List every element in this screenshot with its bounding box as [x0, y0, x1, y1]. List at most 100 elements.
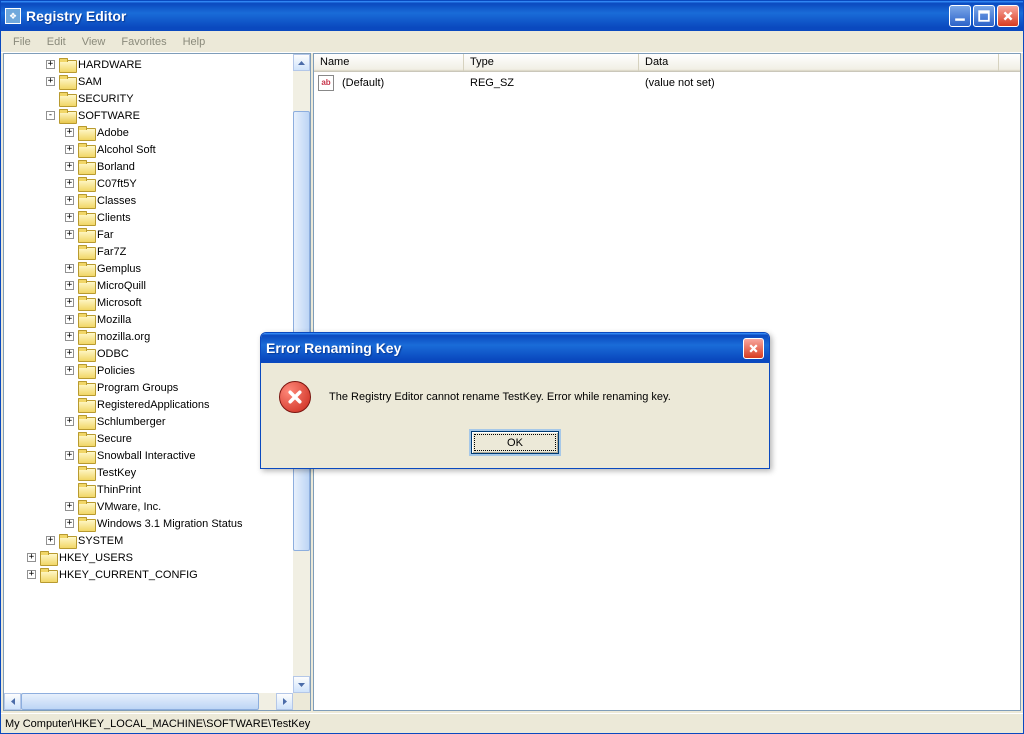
- expand-icon[interactable]: +: [65, 145, 74, 154]
- tree-item-label: VMware, Inc.: [97, 501, 161, 513]
- tree-item[interactable]: + Far: [4, 226, 293, 243]
- tree-item[interactable]: +mozilla.org: [4, 328, 293, 345]
- tree-item-label: Far: [97, 229, 114, 241]
- menu-favorites[interactable]: Favorites: [113, 34, 174, 50]
- tree-item[interactable]: +Adobe: [4, 124, 293, 141]
- scroll-down-button[interactable]: [293, 676, 310, 693]
- tree-item[interactable]: +Policies: [4, 362, 293, 379]
- expand-icon[interactable]: +: [46, 77, 55, 86]
- tree-item[interactable]: ThinPrint: [4, 481, 293, 498]
- ok-button[interactable]: OK: [471, 431, 559, 454]
- menu-help[interactable]: Help: [175, 34, 214, 50]
- expand-icon[interactable]: +: [65, 519, 74, 528]
- tree-item[interactable]: +Classes: [4, 192, 293, 209]
- folder-icon: [78, 211, 94, 224]
- tree-content[interactable]: +HARDWARE+SAMSECURITY-SOFTWARE+Adobe+Alc…: [4, 54, 293, 693]
- expand-icon[interactable]: +: [65, 196, 74, 205]
- expand-icon[interactable]: +: [65, 417, 74, 426]
- tree-item[interactable]: + HKEY_USERS: [4, 549, 293, 566]
- tree-item-label: SOFTWARE: [78, 110, 140, 122]
- expand-icon[interactable]: +: [65, 213, 74, 222]
- close-button[interactable]: [997, 5, 1019, 27]
- tree-item[interactable]: +Gemplus: [4, 260, 293, 277]
- scroll-thumb[interactable]: [293, 111, 310, 551]
- string-value-icon: ab: [318, 75, 334, 91]
- tree-item[interactable]: + SAM: [4, 73, 293, 90]
- maximize-button[interactable]: [973, 5, 995, 27]
- menu-view[interactable]: View: [74, 34, 114, 50]
- dialog-titlebar[interactable]: Error Renaming Key: [261, 333, 769, 363]
- tree-item-label: Alcohol Soft: [97, 144, 156, 156]
- list-header: Name Type Data: [314, 54, 1020, 72]
- tree-item[interactable]: +MicroQuill: [4, 277, 293, 294]
- tree-item[interactable]: +Microsoft: [4, 294, 293, 311]
- expand-icon[interactable]: +: [65, 230, 74, 239]
- titlebar[interactable]: ❖ Registry Editor: [1, 1, 1023, 31]
- expand-icon[interactable]: +: [65, 281, 74, 290]
- tree-item[interactable]: Far7Z: [4, 243, 293, 260]
- tree-item[interactable]: +SYSTEM: [4, 532, 293, 549]
- expand-icon[interactable]: +: [46, 536, 55, 545]
- app-icon: ❖: [5, 8, 21, 24]
- expand-icon[interactable]: +: [46, 60, 55, 69]
- expand-icon[interactable]: +: [65, 315, 74, 324]
- expand-icon[interactable]: +: [65, 264, 74, 273]
- tree-item-label: ODBC: [97, 348, 129, 360]
- tree-item-label: SECURITY: [78, 93, 134, 105]
- tree-item-label: Borland: [97, 161, 135, 173]
- tree-item[interactable]: + Borland: [4, 158, 293, 175]
- tree-item[interactable]: TestKey: [4, 464, 293, 481]
- menu-edit[interactable]: Edit: [39, 34, 74, 50]
- col-name[interactable]: Name: [314, 54, 464, 71]
- tree-item[interactable]: Secure: [4, 430, 293, 447]
- tree-item[interactable]: + Snowball Interactive: [4, 447, 293, 464]
- tree-item-label: HKEY_USERS: [59, 552, 133, 564]
- tree-item-label: C07ft5Y: [97, 178, 137, 190]
- expand-icon[interactable]: +: [65, 349, 74, 358]
- folder-icon: [78, 160, 94, 173]
- expand-icon[interactable]: +: [65, 332, 74, 341]
- expand-icon[interactable]: +: [65, 366, 74, 375]
- menu-file[interactable]: File: [5, 34, 39, 50]
- expand-icon[interactable]: +: [65, 502, 74, 511]
- tree-item[interactable]: +Windows 3.1 Migration Status: [4, 515, 293, 532]
- expand-icon[interactable]: +: [65, 298, 74, 307]
- folder-icon: [78, 245, 94, 258]
- tree-item[interactable]: Program Groups: [4, 379, 293, 396]
- scroll-up-button[interactable]: [293, 54, 310, 71]
- tree-item[interactable]: SECURITY: [4, 90, 293, 107]
- tree-item[interactable]: +Schlumberger: [4, 413, 293, 430]
- list-row[interactable]: ab(Default)REG_SZ(value not set): [314, 74, 1020, 91]
- dialog-close-button[interactable]: [743, 338, 764, 359]
- tree-item-label: SAM: [78, 76, 102, 88]
- expand-icon[interactable]: +: [27, 553, 36, 562]
- collapse-icon[interactable]: -: [46, 111, 55, 120]
- minimize-button[interactable]: [949, 5, 971, 27]
- scroll-right-button[interactable]: [276, 693, 293, 710]
- scroll-hthumb[interactable]: [21, 693, 259, 710]
- folder-icon: [78, 398, 94, 411]
- tree-item[interactable]: - SOFTWARE: [4, 107, 293, 124]
- expand-icon[interactable]: +: [27, 570, 36, 579]
- tree-item[interactable]: + ODBC: [4, 345, 293, 362]
- tree-item-label: Snowball Interactive: [97, 450, 195, 462]
- col-type[interactable]: Type: [464, 54, 639, 71]
- tree-item[interactable]: RegisteredApplications: [4, 396, 293, 413]
- scroll-left-button[interactable]: [4, 693, 21, 710]
- expand-icon[interactable]: +: [65, 179, 74, 188]
- folder-icon: [78, 194, 94, 207]
- tree-item[interactable]: + C07ft5Y: [4, 175, 293, 192]
- folder-icon: [40, 551, 56, 564]
- tree-item[interactable]: +Mozilla: [4, 311, 293, 328]
- tree-horizontal-scrollbar[interactable]: [4, 693, 310, 710]
- tree-item[interactable]: +HKEY_CURRENT_CONFIG: [4, 566, 293, 583]
- expand-icon[interactable]: +: [65, 162, 74, 171]
- tree-item[interactable]: + VMware, Inc.: [4, 498, 293, 515]
- tree-item[interactable]: + Alcohol Soft: [4, 141, 293, 158]
- tree-item[interactable]: +Clients: [4, 209, 293, 226]
- expand-icon[interactable]: +: [65, 451, 74, 460]
- folder-icon: [78, 279, 94, 292]
- tree-item[interactable]: +HARDWARE: [4, 56, 293, 73]
- col-data[interactable]: Data: [639, 54, 999, 71]
- expand-icon[interactable]: +: [65, 128, 74, 137]
